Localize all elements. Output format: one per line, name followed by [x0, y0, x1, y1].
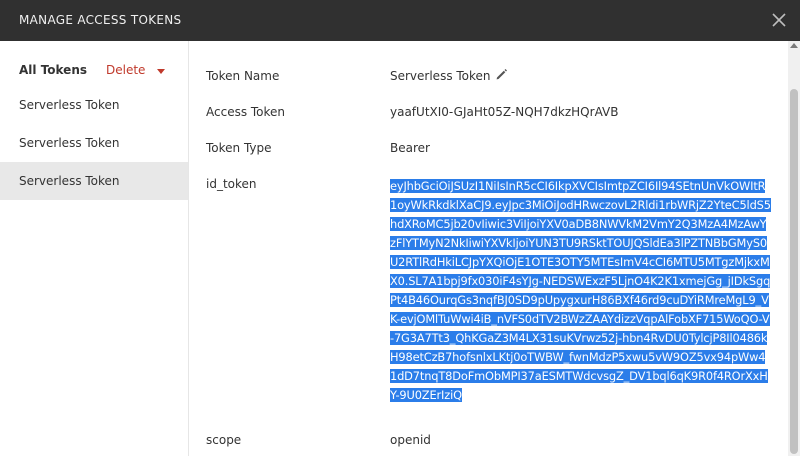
sidebar-header: All Tokens Delete [0, 41, 189, 87]
pencil-edit-icon[interactable] [495, 68, 508, 81]
id-token-selected-text[interactable]: eyJhbGciOiJSUzI1NiIsInR5cCI6IkpXVCIsImtp… [390, 179, 771, 402]
access-token-value[interactable]: yaafUtXI0-GJaHt05Z-NQH7dkzHQrAVB [390, 105, 618, 119]
scroll-up-arrow-icon[interactable] [790, 43, 798, 48]
scrollbar-thumb[interactable] [790, 89, 798, 454]
sidebar-token-label: Serverless Token [19, 174, 120, 188]
dialog-titlebar: MANAGE ACCESS TOKENS [0, 0, 800, 41]
delete-button[interactable]: Delete [106, 63, 145, 77]
sidebar-token-item[interactable]: Serverless Token [0, 124, 188, 162]
delete-dropdown-caret-icon[interactable] [157, 69, 165, 74]
id-token-value[interactable]: eyJhbGciOiJSUzI1NiIsInR5cCI6IkpXVCIsImtp… [390, 177, 771, 405]
dialog-title: MANAGE ACCESS TOKENS [19, 13, 182, 27]
token-details: Token Name Serverless Token Access Token… [190, 41, 788, 456]
sidebar-token-label: Serverless Token [19, 136, 120, 150]
access-token-label: Access Token [206, 105, 286, 119]
sidebar-token-item[interactable]: Serverless Token [0, 86, 188, 124]
token-name-value: Serverless Token [390, 69, 491, 83]
all-tokens-label: All Tokens [19, 63, 88, 77]
token-sidebar: All Tokens Delete Serverless Token Serve… [0, 41, 189, 456]
sidebar-token-item-selected[interactable]: Serverless Token [0, 162, 188, 200]
details-scrollbar[interactable] [788, 41, 800, 456]
close-icon[interactable] [770, 11, 788, 29]
id-token-label: id_token [206, 177, 257, 191]
sidebar-token-label: Serverless Token [19, 98, 120, 112]
token-name-label: Token Name [206, 69, 280, 83]
scope-label: scope [206, 433, 242, 447]
token-type-label: Token Type [206, 141, 272, 155]
scope-value: openid [390, 433, 431, 447]
token-type-value: Bearer [390, 141, 430, 155]
